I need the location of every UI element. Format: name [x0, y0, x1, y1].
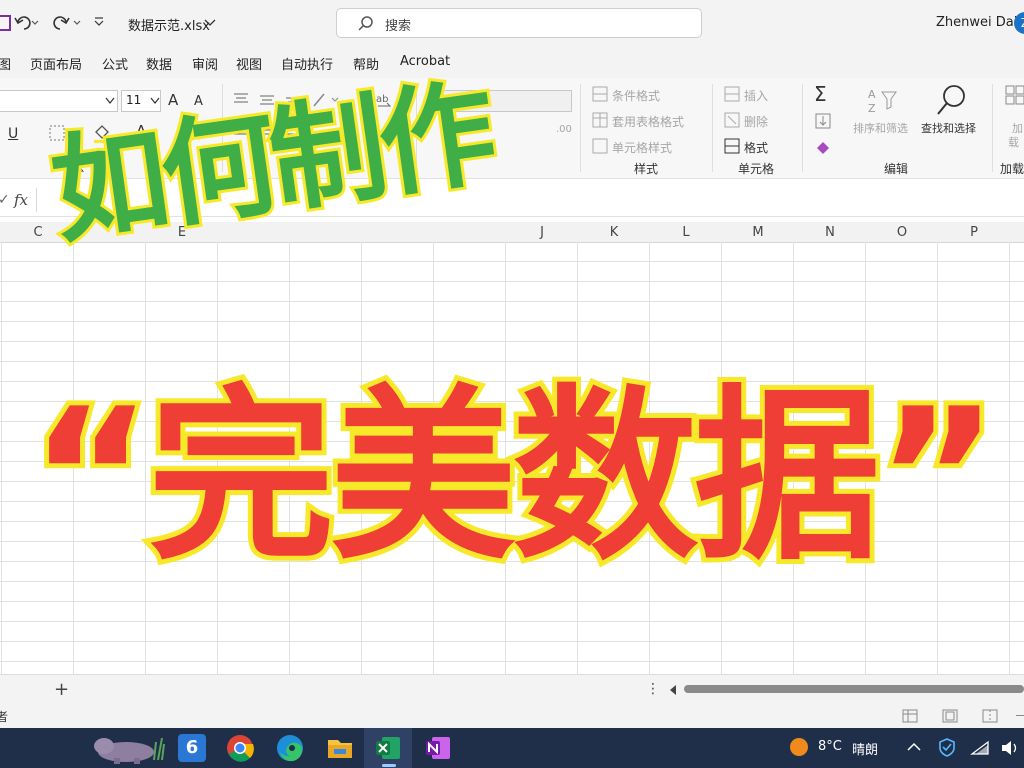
page-break-view-icon[interactable]	[982, 709, 998, 723]
insert-function-button[interactable]: fx	[14, 191, 28, 209]
fill-down-icon[interactable]	[814, 112, 834, 130]
cells-group-label: 单元格	[738, 162, 775, 176]
menu-item-draw[interactable]: 图	[0, 54, 11, 73]
conditional-format-button[interactable]: 条件格式	[612, 87, 660, 104]
enter-check-button[interactable]: ✓	[0, 192, 10, 208]
redo-icon[interactable]	[52, 14, 82, 32]
find-magnifier-icon	[937, 85, 965, 115]
scroll-left-icon[interactable]	[668, 684, 678, 696]
addins-button-bottom[interactable]: 载	[1008, 134, 1019, 150]
active-app-indicator	[382, 764, 396, 767]
insert-icon	[724, 86, 740, 102]
edge-icon[interactable]	[276, 734, 304, 762]
menu-item-page-layout[interactable]: 页面布局	[30, 54, 82, 73]
zoom-out-control[interactable]	[1016, 715, 1024, 716]
chevron-up-icon[interactable]	[906, 740, 922, 754]
conditional-format-icon	[592, 86, 608, 102]
decrease-decimal-button[interactable]: .00	[556, 124, 572, 135]
excel-icon[interactable]	[374, 734, 402, 762]
weather-description[interactable]: 晴朗	[852, 739, 878, 758]
underline-button[interactable]: U	[8, 126, 18, 142]
ribbon-divider	[712, 84, 713, 172]
column-header-o[interactable]: O	[892, 225, 912, 240]
column-header-c[interactable]: C	[28, 225, 48, 240]
ribbon-divider	[992, 84, 993, 172]
sheet-tab-bar: + ⋮	[0, 674, 1024, 705]
add-sheet-button[interactable]: +	[54, 679, 69, 700]
status-ready: 者	[0, 710, 9, 724]
sort-filter-button[interactable]: 排序和筛选	[853, 120, 908, 136]
search-box[interactable]: 搜索	[336, 8, 702, 38]
speaker-icon[interactable]	[1000, 740, 1020, 756]
insert-button[interactable]: 插入	[744, 87, 768, 104]
find-select-button[interactable]: 查找和选择	[921, 120, 976, 136]
column-header-k[interactable]: K	[604, 225, 624, 240]
column-header-l[interactable]: L	[676, 225, 696, 240]
menu-bar: 图 页面布局 公式 数据 审阅 视图 自动执行 帮助 Acrobat	[0, 46, 1024, 78]
ribbon-divider	[802, 84, 803, 172]
hippo-widget-icon[interactable]	[88, 730, 168, 766]
weather-sun-icon[interactable]	[788, 736, 810, 758]
file-explorer-icon[interactable]	[326, 734, 354, 762]
onenote-icon[interactable]	[424, 734, 452, 762]
column-header-j[interactable]: J	[532, 225, 552, 240]
styles-group-label: 样式	[634, 162, 659, 176]
cell-style-icon	[592, 138, 608, 154]
customize-quick-access-icon[interactable]	[93, 16, 105, 28]
user-name[interactable]: Zhenwei Dai	[936, 15, 1017, 30]
chevron-down-icon[interactable]	[204, 18, 216, 28]
save-icon[interactable]	[0, 14, 12, 32]
weather-temperature[interactable]: 8°C	[818, 739, 842, 754]
tab-options-button[interactable]: ⋮	[646, 681, 660, 697]
column-header-n[interactable]: N	[820, 225, 840, 240]
chrome-icon[interactable]	[226, 734, 254, 762]
delete-icon	[724, 112, 740, 128]
column-header-p[interactable]: P	[964, 225, 984, 240]
normal-view-icon[interactable]	[902, 709, 918, 723]
svg-text:Z: Z	[868, 102, 876, 115]
wifi-icon[interactable]	[970, 740, 990, 756]
menu-item-data[interactable]: 数据	[146, 54, 172, 73]
taskbar-app-badge[interactable]: 6	[178, 734, 206, 762]
horizontal-scrollbar[interactable]	[684, 685, 1024, 693]
page-layout-view-icon[interactable]	[942, 709, 958, 723]
cell-style-button[interactable]: 单元格样式	[612, 139, 672, 156]
delete-button[interactable]: 删除	[744, 113, 768, 130]
svg-text:A: A	[868, 88, 876, 101]
undo-icon[interactable]	[14, 14, 40, 32]
avatar[interactable]: Z	[1014, 12, 1024, 34]
table-format-button[interactable]: 套用表格格式	[612, 113, 684, 130]
search-icon	[358, 16, 373, 31]
status-bar: 者	[0, 704, 1024, 728]
ribbon-divider	[580, 84, 581, 172]
format-button[interactable]: 格式	[744, 139, 768, 156]
sort-filter-icon: AZ	[868, 88, 897, 115]
column-header-m[interactable]: M	[748, 225, 768, 240]
addins-group-label: 加载	[1000, 162, 1024, 176]
menu-item-review[interactable]: 审阅	[192, 54, 218, 73]
shield-icon[interactable]	[938, 738, 956, 758]
addins-icon	[1005, 85, 1024, 105]
editing-group-label: 编辑	[884, 162, 909, 176]
title-bar: 数据示范.xlsx 搜索 Zhenwei Dai Z	[0, 0, 1024, 46]
menu-item-formulas[interactable]: 公式	[102, 54, 128, 73]
table-format-icon	[592, 112, 608, 128]
overlay-title-line2: “完美数据”	[25, 363, 1003, 590]
file-name[interactable]: 数据示范.xlsx	[128, 15, 210, 34]
autosum-button[interactable]: Σ	[814, 82, 827, 106]
format-icon	[724, 138, 740, 154]
clear-icon[interactable]	[814, 138, 834, 156]
search-placeholder: 搜索	[385, 19, 412, 34]
taskbar: 6 8°C 晴朗	[0, 728, 1024, 768]
